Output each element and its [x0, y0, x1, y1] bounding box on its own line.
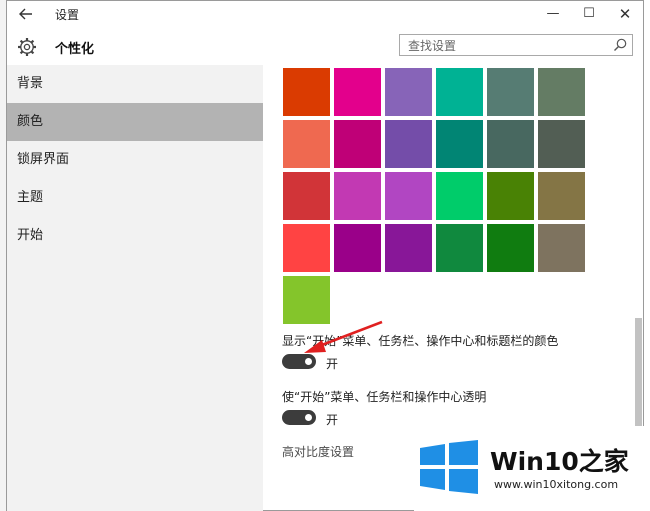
title-bar: 设置 — ☐ ✕ — [7, 1, 643, 27]
watermark-url: www.win10xitong.com — [494, 478, 619, 491]
sidebar-item-start[interactable]: 开始 — [7, 217, 263, 255]
color-swatch[interactable] — [283, 224, 330, 272]
sidebar-item-colors[interactable]: 颜色 — [7, 103, 263, 141]
color-swatch[interactable] — [385, 120, 432, 168]
toggle-knob — [305, 358, 312, 365]
search-box[interactable] — [399, 34, 633, 56]
page-title: 个性化 — [55, 42, 95, 57]
minimize-button[interactable]: — — [535, 3, 571, 25]
maximize-button[interactable]: ☐ — [571, 3, 607, 25]
color-swatch[interactable] — [283, 172, 330, 220]
transparency-state: 开 — [326, 413, 339, 427]
color-swatch[interactable] — [436, 68, 483, 116]
color-swatch[interactable] — [283, 68, 330, 116]
color-swatch[interactable] — [385, 224, 432, 272]
color-swatch[interactable] — [436, 172, 483, 220]
sidebar: 背景 颜色 锁屏界面 主题 开始 — [7, 65, 263, 511]
color-swatch[interactable] — [487, 68, 534, 116]
window-title: 设置 — [55, 8, 80, 22]
gear-icon — [18, 38, 36, 56]
sidebar-item-themes[interactable]: 主题 — [7, 179, 263, 217]
arrow-left-icon — [19, 8, 32, 20]
close-button[interactable]: ✕ — [607, 3, 643, 25]
watermark: Win10之家 www.win10xitong.com — [414, 426, 650, 511]
search-icon[interactable] — [612, 37, 628, 53]
color-swatch[interactable] — [283, 120, 330, 168]
color-swatch[interactable] — [436, 120, 483, 168]
color-swatch[interactable] — [334, 120, 381, 168]
watermark-title: Win10之家 — [490, 447, 629, 476]
color-swatch[interactable] — [538, 120, 585, 168]
toggle-knob — [305, 414, 312, 421]
color-swatch[interactable] — [334, 68, 381, 116]
color-swatch[interactable] — [283, 276, 330, 324]
color-swatch[interactable] — [385, 68, 432, 116]
sidebar-item-lock-screen[interactable]: 锁屏界面 — [7, 141, 263, 179]
color-swatch[interactable] — [334, 172, 381, 220]
color-swatch[interactable] — [538, 224, 585, 272]
windows-logo-icon — [420, 440, 478, 494]
scrollbar-thumb[interactable] — [635, 318, 642, 438]
transparency-toggle[interactable] — [282, 410, 316, 425]
color-swatch[interactable] — [487, 224, 534, 272]
color-swatch[interactable] — [538, 68, 585, 116]
red-arrow-annotation — [304, 320, 383, 353]
transparency-label: 使“开始”菜单、任务栏和操作中心透明 — [282, 390, 487, 404]
color-swatch[interactable] — [385, 172, 432, 220]
high-contrast-settings-link[interactable]: 高对比度设置 — [282, 443, 354, 460]
sidebar-item-background[interactable]: 背景 — [7, 65, 263, 103]
search-input[interactable] — [408, 37, 608, 55]
color-swatch[interactable] — [487, 120, 534, 168]
color-swatch[interactable] — [538, 172, 585, 220]
color-swatch[interactable] — [487, 172, 534, 220]
color-swatch[interactable] — [436, 224, 483, 272]
color-swatch[interactable] — [334, 224, 381, 272]
back-button[interactable] — [15, 4, 37, 24]
